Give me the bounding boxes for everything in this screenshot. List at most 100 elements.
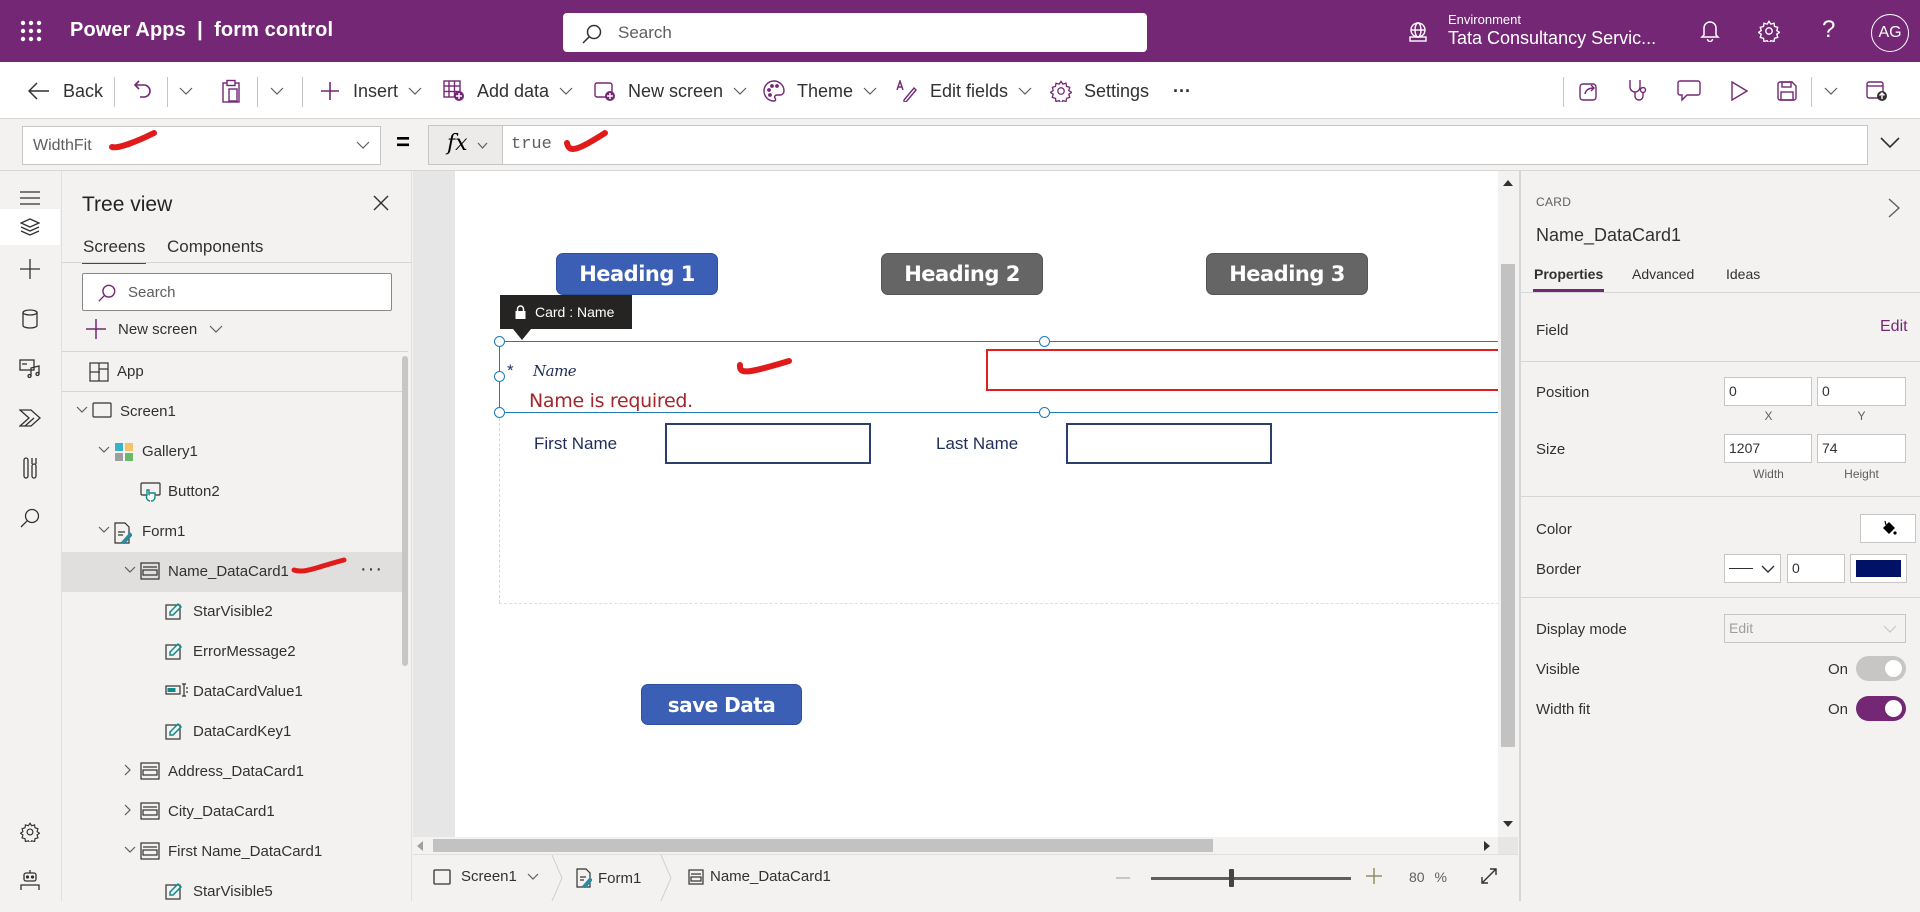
chevron-down-icon[interactable] [98,446,110,453]
screen-canvas[interactable]: Heading 1 Heading 2 Heading 3 Card : Nam… [455,171,1498,837]
more-options-button[interactable]: ··· [360,558,383,581]
more-commands-button[interactable]: ··· [1173,78,1191,104]
tree-item-address-datacard1[interactable]: Address_DataCard1 [62,752,408,792]
user-avatar[interactable]: AG [1871,14,1909,52]
insert-button[interactable]: Insert [320,78,422,104]
back-button[interactable]: Back [28,78,103,104]
zoom-slider-thumb[interactable] [1229,869,1234,887]
canvas-vertical-scrollbar[interactable] [1498,171,1518,837]
tree-search-input[interactable]: Search [82,273,392,311]
expand-formula-chevron-icon[interactable] [1880,137,1900,149]
paste-dropdown[interactable] [270,78,284,104]
undo-button[interactable] [133,78,153,104]
last-name-input[interactable] [1066,423,1272,464]
breadcrumb-name-datacard1[interactable]: Name_DataCard1 [688,868,831,885]
app-checker-button[interactable] [1627,78,1649,104]
tree-item-datacardkey1[interactable]: DataCardKey1 [62,712,408,752]
width-input[interactable]: 1207 [1724,434,1812,463]
resize-handle[interactable] [494,371,505,382]
tree-item-screen1[interactable]: Screen1 [62,392,408,432]
tree-item-gallery1[interactable]: Gallery1 [62,432,408,472]
tree-item-form1[interactable]: Form1 [62,512,408,552]
settings-gear-icon[interactable] [1758,20,1780,42]
scrollbar-thumb[interactable] [1501,264,1515,747]
scroll-down-arrow-icon[interactable] [1503,821,1513,827]
tree-item-city-datacard1[interactable]: City_DataCard1 [62,792,408,832]
insert-plus-icon[interactable] [0,245,60,293]
zoom-out-button[interactable] [1116,877,1130,879]
resize-handle[interactable] [494,407,505,418]
tree-item-name-datacard1[interactable]: Name_DataCard1 ··· [62,552,408,592]
color-picker-button[interactable] [1860,514,1916,543]
help-icon[interactable]: ? [1822,16,1835,44]
notifications-icon[interactable] [1700,20,1720,42]
paste-button[interactable] [221,78,241,104]
height-input[interactable]: 74 [1817,434,1906,463]
chevron-right-icon[interactable] [124,804,131,816]
formula-input[interactable]: true [502,125,1868,165]
heading-1-button[interactable]: Heading 1 [556,253,718,295]
environment-name[interactable]: Tata Consultancy Servic... [1448,28,1656,49]
tree-view-layers-icon[interactable] [0,209,60,245]
preview-play-button[interactable] [1730,78,1748,104]
save-options-dropdown[interactable] [1824,78,1838,104]
chevron-down-icon[interactable] [76,406,88,413]
chevron-right-icon[interactable] [124,764,131,776]
width-fit-toggle[interactable] [1856,696,1906,721]
settings-button[interactable]: Settings [1050,78,1149,104]
visible-toggle[interactable] [1856,656,1906,681]
data-cylinder-icon[interactable] [0,295,60,343]
fit-to-window-icon[interactable] [1480,867,1498,885]
undo-dropdown[interactable] [179,78,193,104]
breadcrumb-screen1[interactable]: Screen1 [433,868,539,885]
position-x-input[interactable]: 0 [1724,377,1812,406]
tree-scrollbar[interactable] [402,356,408,666]
tree-item-starvisible2[interactable]: StarVisible2 [62,592,408,632]
property-dropdown[interactable]: WidthFit [22,126,381,165]
chevron-down-icon[interactable] [98,526,110,533]
publish-button[interactable] [1866,78,1888,104]
breadcrumb-form1[interactable]: Form1 [576,868,641,888]
tree-item-errormessage2[interactable]: ErrorMessage2 [62,632,408,672]
share-button[interactable] [1578,78,1600,104]
app-launcher-icon[interactable] [20,20,42,42]
power-automate-icon[interactable] [0,394,60,442]
position-y-input[interactable]: 0 [1817,377,1906,406]
border-style-dropdown[interactable] [1724,554,1781,583]
chevron-down-icon[interactable] [124,566,136,573]
theme-button[interactable]: Theme [763,78,877,104]
tree-item-app[interactable]: App [62,352,408,392]
new-screen-button[interactable]: New screen [594,78,747,104]
zoom-slider[interactable] [1151,877,1351,880]
tree-item-first-name-datacard1[interactable]: First Name_DataCard1 [62,832,408,872]
fx-function-button[interactable]: fx [428,125,503,165]
search-icon[interactable] [0,494,60,542]
save-data-button[interactable]: save Data [641,684,802,725]
tree-item-starvisible5[interactable]: StarVisible5 [62,872,408,912]
first-name-input[interactable] [665,423,871,464]
close-icon[interactable] [373,195,389,211]
zoom-in-button[interactable] [1366,868,1382,884]
scrollbar-thumb[interactable] [433,839,1213,852]
canvas-horizontal-scrollbar[interactable] [413,837,1498,854]
chevron-down-icon[interactable] [124,846,136,853]
edit-fields-button[interactable]: Edit fields [896,78,1032,104]
tab-ideas[interactable]: Ideas [1726,266,1760,282]
advanced-tools-icon[interactable] [0,444,60,492]
new-screen-button[interactable]: New screen [86,317,223,341]
name-text-input[interactable] [986,349,1498,391]
tab-screens[interactable]: Screens [81,237,147,264]
settings-gear-icon[interactable] [0,808,60,856]
comments-button[interactable] [1677,78,1701,104]
border-color-button[interactable] [1850,554,1907,583]
border-width-input[interactable]: 0 [1787,554,1845,583]
heading-2-button[interactable]: Heading 2 [881,253,1043,295]
resize-handle[interactable] [1039,336,1050,347]
scroll-left-arrow-icon[interactable] [417,841,423,851]
scroll-up-arrow-icon[interactable] [1503,180,1513,186]
resize-handle[interactable] [1039,407,1050,418]
chevron-right-icon[interactable] [1888,198,1900,218]
resize-handle[interactable] [494,336,505,347]
media-icon[interactable] [0,344,60,392]
scroll-right-arrow-icon[interactable] [1484,841,1490,851]
